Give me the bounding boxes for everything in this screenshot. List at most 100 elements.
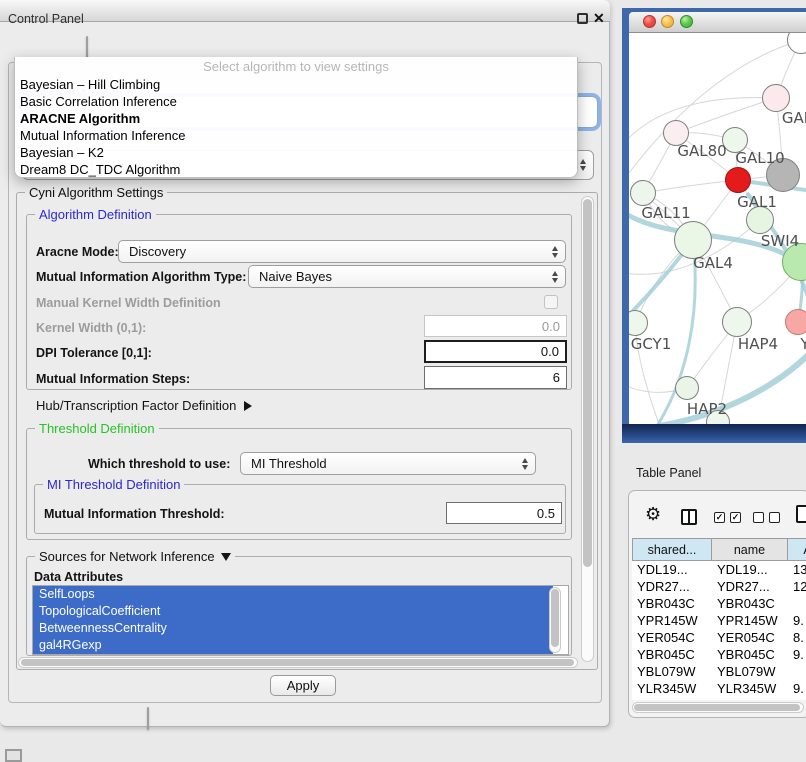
table-row[interactable]: YDR27...YDR27...12 — [632, 578, 806, 595]
table-row[interactable]: YPR145WYPR145W9. — [632, 612, 806, 629]
table-row[interactable]: YLR345WYLR345W9. — [632, 680, 806, 697]
tab-jactivemnodules[interactable]: jActiveMNodules — [87, 37, 88, 51]
aracne-mode-combo[interactable]: Discovery — [118, 240, 566, 263]
column-header-shared[interactable]: shared... — [632, 538, 712, 561]
table-row[interactable]: YBL079WYBL079W — [632, 663, 806, 680]
table-row[interactable]: YBR043CYBR043C — [632, 595, 806, 612]
data-attribute-item[interactable]: TopologicalCoefficient — [33, 603, 553, 620]
control-panel-titlebar[interactable] — [0, 0, 610, 22]
unchecked-pair-icon[interactable] — [753, 512, 780, 523]
dpi-tolerance-field[interactable]: 0.0 — [424, 340, 567, 363]
network-node[interactable] — [675, 376, 699, 400]
network-node[interactable] — [722, 307, 752, 337]
close-traffic-light-icon[interactable] — [643, 15, 656, 28]
listbox-scrollbar-thumb[interactable] — [551, 589, 559, 647]
network-edge[interactable] — [676, 98, 776, 133]
table-cell[interactable]: YDR27... — [632, 578, 712, 595]
algorithm-option[interactable]: Mutual Information Inference — [15, 127, 577, 144]
tab-cyni-toolbox[interactable]: Cyni Toolbox — [87, 37, 88, 51]
gear-icon[interactable]: ⚙ — [645, 504, 661, 525]
table-row[interactable]: YDL19...YDL19...13 — [632, 561, 806, 578]
table-cell[interactable]: YBL079W — [632, 663, 712, 680]
mi-steps-field[interactable]: 6 — [424, 366, 567, 389]
table-cell[interactable]: YBR043C — [712, 595, 788, 612]
network-node[interactable] — [762, 84, 790, 112]
minimize-traffic-light-icon[interactable] — [661, 15, 674, 28]
network-edge[interactable] — [629, 98, 776, 143]
mi-threshold-field[interactable]: 0.5 — [446, 502, 562, 524]
tab-style[interactable]: Style — [87, 37, 88, 51]
zoom-traffic-light-icon[interactable] — [680, 15, 693, 28]
table-cell[interactable]: YDL19... — [632, 561, 712, 578]
close-window-icon[interactable]: ✕ — [593, 10, 605, 27]
table-cell[interactable]: YIL052C — [632, 697, 712, 700]
table-cell[interactable]: YDL19... — [712, 561, 788, 578]
algorithm-option[interactable]: Bayesian – Hill Climbing — [15, 76, 577, 93]
network-canvas[interactable]: GALGAL80GAL10GAL1GAL11SWI4GAL4GCY1HAP4YH… — [629, 33, 806, 424]
hub-definition-expander[interactable]: Hub/Transcription Factor Definition — [36, 398, 252, 413]
table-cell[interactable]: YBR045C — [712, 646, 788, 663]
tab-network[interactable]: Network — [87, 37, 88, 51]
table-cell[interactable]: YDR27... — [712, 578, 788, 595]
settings-scrollbar-thumb[interactable] — [583, 199, 592, 567]
node-label: GAL4 — [693, 254, 733, 272]
table-cell[interactable]: YBL079W — [712, 663, 788, 680]
table-cell[interactable]: 9. — [788, 646, 806, 663]
settings-hscrollbar-thumb[interactable] — [21, 659, 574, 666]
table-cell[interactable]: YPR145W — [712, 612, 788, 629]
tab-impute-data[interactable]: Impute Data — [148, 708, 149, 722]
table-cell[interactable]: YIL052C — [712, 697, 788, 700]
table-cell[interactable] — [788, 663, 806, 680]
tab-discretize-data[interactable]: Discretize Data — [148, 708, 149, 722]
algorithm-option[interactable]: ARACNE Algorithm — [15, 110, 577, 127]
table-cell[interactable]: YLR345W — [632, 680, 712, 697]
network-edge[interactable] — [643, 180, 738, 193]
table-cell[interactable]: YPR145W — [632, 612, 712, 629]
tab-infer-network[interactable]: Infer Network — [148, 708, 149, 722]
table-cell[interactable]: 9. — [788, 680, 806, 697]
checked-pair-icon[interactable]: ✓✓ — [714, 512, 741, 523]
table-cell[interactable]: 9. — [788, 612, 806, 629]
algorithm-options-list: Bayesian – Hill ClimbingBasic Correlatio… — [15, 76, 577, 178]
table-hscrollbar-thumb[interactable] — [634, 704, 800, 711]
table-cell[interactable]: YER054C — [632, 629, 712, 646]
table-cell[interactable]: 9. — [788, 697, 806, 700]
network-node[interactable] — [785, 309, 806, 335]
which-threshold-label: Which threshold to use: — [88, 457, 230, 471]
float-window-icon[interactable] — [577, 13, 588, 24]
tab-select[interactable]: Select — [87, 37, 88, 51]
data-attribute-item[interactable]: BetweennessCentrality — [33, 620, 553, 637]
mi-type-combo[interactable]: Naive Bayes — [248, 265, 566, 288]
table-cell[interactable]: YLR345W — [712, 680, 788, 697]
data-attributes-listbox[interactable]: SelfLoopsTopologicalCoefficientBetweenne… — [32, 585, 569, 655]
sources-expander[interactable]: Sources for Network Inference — [35, 549, 235, 564]
table-cell[interactable]: 13 — [788, 561, 806, 578]
table-cell[interactable] — [788, 595, 806, 612]
combo-spinner-icon — [580, 159, 586, 171]
data-attribute-item[interactable]: gal4RGexp — [33, 637, 553, 654]
table-row[interactable]: YER054CYER054C8. — [632, 629, 806, 646]
network-node[interactable] — [630, 180, 656, 206]
table-cell[interactable]: YER054C — [712, 629, 788, 646]
table-row[interactable]: YBR045CYBR045C9. — [632, 646, 806, 663]
document-icon[interactable] — [796, 505, 806, 523]
column-header-a[interactable]: A — [788, 538, 806, 561]
table-cell[interactable]: 12 — [788, 578, 806, 595]
data-attributes-items: SelfLoopsTopologicalCoefficientBetweenne… — [33, 586, 553, 654]
combo-value: MI Threshold — [251, 456, 327, 471]
which-threshold-combo[interactable]: MI Threshold — [240, 452, 536, 475]
table-cell[interactable]: YBR045C — [632, 646, 712, 663]
table-cell[interactable]: YBR043C — [632, 595, 712, 612]
node-label: GAL — [782, 109, 806, 127]
docked-panel-icon[interactable] — [5, 749, 22, 762]
algorithm-option[interactable]: Dream8 DC_TDC Algorithm — [15, 161, 577, 178]
algorithm-option[interactable]: Bayesian – K2 — [15, 144, 577, 161]
algorithm-option[interactable]: Basic Correlation Inference — [15, 93, 577, 110]
column-header-name[interactable]: name — [712, 538, 788, 561]
apply-button[interactable]: Apply — [270, 675, 336, 696]
data-attribute-item[interactable]: SelfLoops — [33, 586, 553, 603]
table-cell[interactable]: 8. — [788, 629, 806, 646]
columns-icon[interactable] — [681, 509, 697, 525]
network-node[interactable] — [725, 167, 751, 193]
table-row[interactable]: YIL052CYIL052C9. — [632, 697, 806, 700]
